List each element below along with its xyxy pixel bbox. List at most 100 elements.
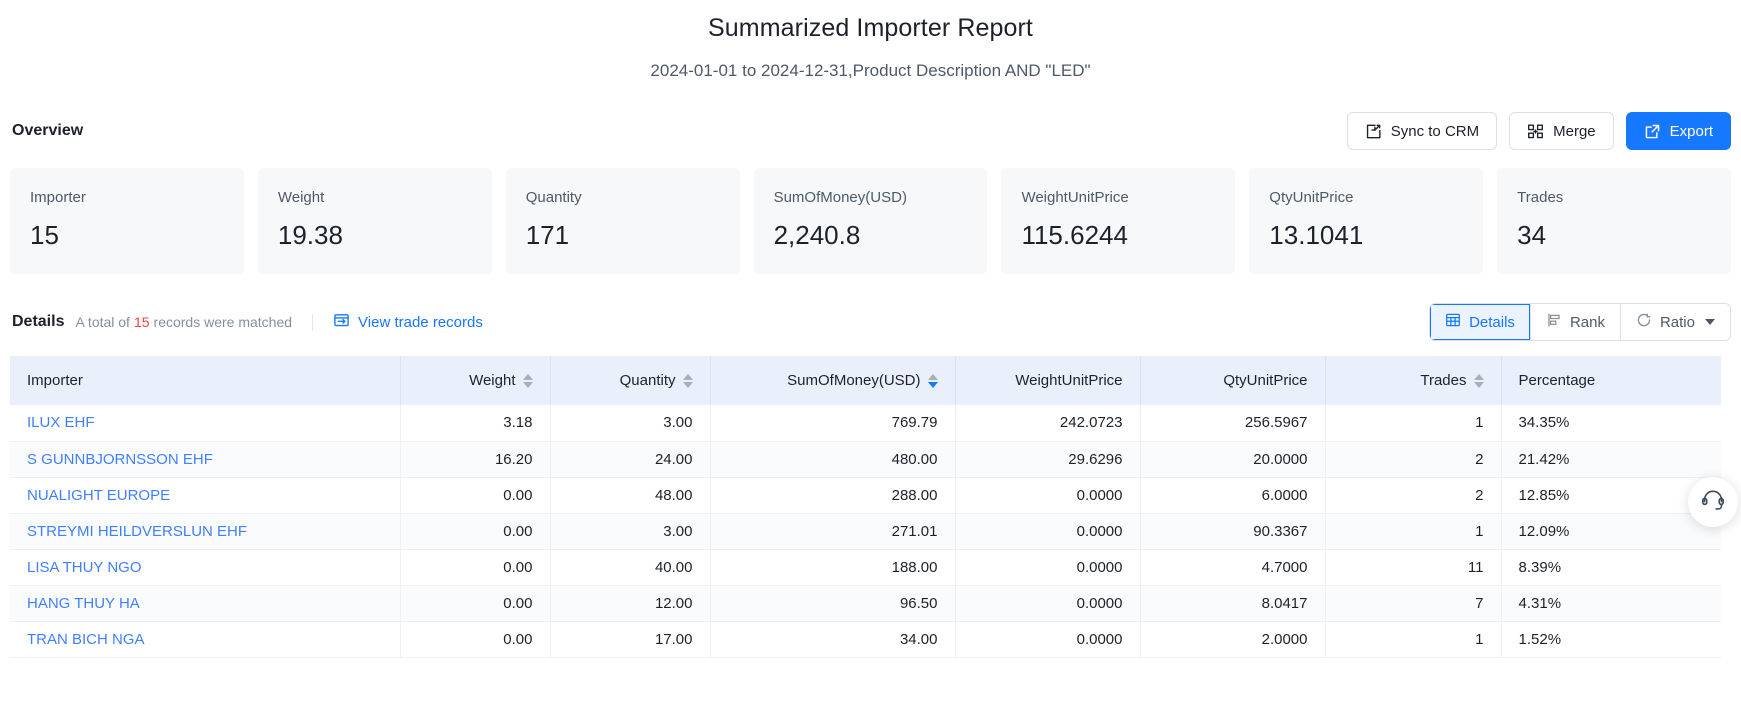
records-matched-text: A total of 15records were matched <box>75 314 292 330</box>
support-button[interactable] <box>1688 477 1738 527</box>
divider <box>312 314 313 331</box>
table-row[interactable]: HANG THUY HA0.0012.0096.500.00008.041774… <box>10 585 1721 621</box>
cell-sum-of-money: 769.79 <box>710 405 955 441</box>
importer-link[interactable]: HANG THUY HA <box>27 595 140 612</box>
sort-arrows-icon[interactable] <box>523 374 533 388</box>
view-mode-details[interactable]: Details <box>1430 304 1531 340</box>
cell-trades: 1 <box>1325 513 1501 549</box>
cell-trades: 11 <box>1325 549 1501 585</box>
table-row[interactable]: S GUNNBJORNSSON EHF16.2024.00480.0029.62… <box>10 441 1721 477</box>
merge-label: Merge <box>1553 123 1596 140</box>
table-body: ILUX EHF3.183.00769.79242.0723256.596713… <box>10 405 1721 657</box>
cell-weight-unit-price: 0.0000 <box>955 477 1140 513</box>
overview-toolbar: Overview Sync to CRM <box>10 111 1731 151</box>
importer-link[interactable]: LISA THUY NGO <box>27 559 142 576</box>
table-row[interactable]: LISA THUY NGO0.0040.00188.000.00004.7000… <box>10 549 1721 585</box>
stat-label: QtyUnitPrice <box>1269 188 1463 208</box>
cell-percentage: 1.52% <box>1501 621 1721 657</box>
table-header-row: Importer Weight Quantity <box>10 356 1721 405</box>
cell-percentage: 4.31% <box>1501 585 1721 621</box>
cell-weight: 16.20 <box>400 441 550 477</box>
sort-arrows-icon[interactable] <box>683 374 693 388</box>
table-row[interactable]: STREYMI HEILDVERSLUN EHF0.003.00271.010.… <box>10 513 1721 549</box>
column-header-trades[interactable]: Trades <box>1325 356 1501 405</box>
cell-trades: 2 <box>1325 441 1501 477</box>
cell-quantity: 3.00 <box>550 513 710 549</box>
cell-weight: 0.00 <box>400 621 550 657</box>
merge-button[interactable]: Merge <box>1509 112 1614 150</box>
view-mode-segmented-control: Details Rank <box>1429 303 1731 341</box>
cell-quantity: 40.00 <box>550 549 710 585</box>
column-label: WeightUnitPrice <box>1015 372 1122 389</box>
sort-arrows-icon[interactable] <box>1474 374 1484 388</box>
column-header-weight[interactable]: Weight <box>400 356 550 405</box>
chevron-down-icon <box>1705 319 1715 325</box>
stat-cards: Importer 15 Weight 19.38 Quantity 171 Su… <box>10 168 1731 274</box>
importer-link[interactable]: S GUNNBJORNSSON EHF <box>27 451 213 468</box>
cell-importer: NUALIGHT EUROPE <box>10 477 400 513</box>
cell-trades: 2 <box>1325 477 1501 513</box>
stat-card-quantity: Quantity 171 <box>506 168 740 274</box>
cell-importer: ILUX EHF <box>10 405 400 441</box>
column-header-quantity[interactable]: Quantity <box>550 356 710 405</box>
importer-link[interactable]: TRAN BICH NGA <box>27 631 145 648</box>
cell-percentage: 21.42% <box>1501 441 1721 477</box>
cell-quantity: 12.00 <box>550 585 710 621</box>
count-suffix: records were matched <box>154 314 293 330</box>
table-row[interactable]: NUALIGHT EUROPE0.0048.00288.000.00006.00… <box>10 477 1721 513</box>
stat-value: 171 <box>526 218 720 252</box>
column-header-weight-unit-price[interactable]: WeightUnitPrice <box>955 356 1140 405</box>
cell-weight-unit-price: 0.0000 <box>955 513 1140 549</box>
toolbar-actions: Sync to CRM Merge <box>1347 112 1731 150</box>
cell-weight-unit-price: 242.0723 <box>955 405 1140 441</box>
column-header-importer[interactable]: Importer <box>10 356 400 405</box>
view-trade-records-link[interactable]: View trade records <box>333 312 483 333</box>
cell-weight-unit-price: 0.0000 <box>955 585 1140 621</box>
view-trade-records-label: View trade records <box>358 314 483 331</box>
sync-to-crm-button[interactable]: Sync to CRM <box>1347 112 1497 150</box>
details-table-container: Importer Weight Quantity <box>10 356 1721 658</box>
cell-qty-unit-price: 90.3367 <box>1140 513 1325 549</box>
stat-value: 15 <box>30 218 224 252</box>
export-label: Export <box>1670 123 1713 140</box>
view-mode-ratio[interactable]: Ratio <box>1621 304 1730 340</box>
cell-weight: 0.00 <box>400 585 550 621</box>
view-mode-rank[interactable]: Rank <box>1531 304 1621 340</box>
sync-to-crm-label: Sync to CRM <box>1391 123 1479 140</box>
table-row[interactable]: ILUX EHF3.183.00769.79242.0723256.596713… <box>10 405 1721 441</box>
cell-sum-of-money: 271.01 <box>710 513 955 549</box>
table-row[interactable]: TRAN BICH NGA0.0017.0034.000.00002.00001… <box>10 621 1721 657</box>
count-prefix: A total of <box>75 314 129 330</box>
cell-qty-unit-price: 4.7000 <box>1140 549 1325 585</box>
column-header-qty-unit-price[interactable]: QtyUnitPrice <box>1140 356 1325 405</box>
stat-value: 19.38 <box>278 218 472 252</box>
importer-details-table: Importer Weight Quantity <box>10 356 1721 658</box>
cell-sum-of-money: 96.50 <box>710 585 955 621</box>
column-label: SumOfMoney(USD) <box>787 372 920 389</box>
sort-arrows-icon[interactable] <box>928 374 938 388</box>
details-toolbar: Details A total of 15records were matched… <box>10 302 1731 342</box>
cell-importer: S GUNNBJORNSSON EHF <box>10 441 400 477</box>
page-title: Summarized Importer Report <box>10 0 1731 43</box>
stat-label: SumOfMoney(USD) <box>774 188 968 208</box>
column-label: Quantity <box>620 372 676 389</box>
cell-importer: HANG THUY HA <box>10 585 400 621</box>
column-label: Trades <box>1420 372 1466 389</box>
table-header: Importer Weight Quantity <box>10 356 1721 405</box>
importer-link[interactable]: ILUX EHF <box>27 414 95 431</box>
export-button[interactable]: Export <box>1626 112 1731 150</box>
importer-link[interactable]: STREYMI HEILDVERSLUN EHF <box>27 523 247 540</box>
stat-card-trades: Trades 34 <box>1497 168 1731 274</box>
cell-quantity: 48.00 <box>550 477 710 513</box>
column-header-percentage[interactable]: Percentage <box>1501 356 1721 405</box>
column-header-sum-of-money[interactable]: SumOfMoney(USD) <box>710 356 955 405</box>
stat-label: Trades <box>1517 188 1711 208</box>
cell-weight: 0.00 <box>400 549 550 585</box>
column-label: Importer <box>27 372 83 389</box>
cell-weight-unit-price: 0.0000 <box>955 621 1140 657</box>
stat-value: 115.6244 <box>1021 218 1215 252</box>
page-subtitle: 2024-01-01 to 2024-12-31,Product Descrip… <box>10 43 1731 81</box>
stat-card-sum-of-money: SumOfMoney(USD) 2,240.8 <box>754 168 988 274</box>
importer-link[interactable]: NUALIGHT EUROPE <box>27 487 170 504</box>
records-count: 15 <box>134 314 150 330</box>
